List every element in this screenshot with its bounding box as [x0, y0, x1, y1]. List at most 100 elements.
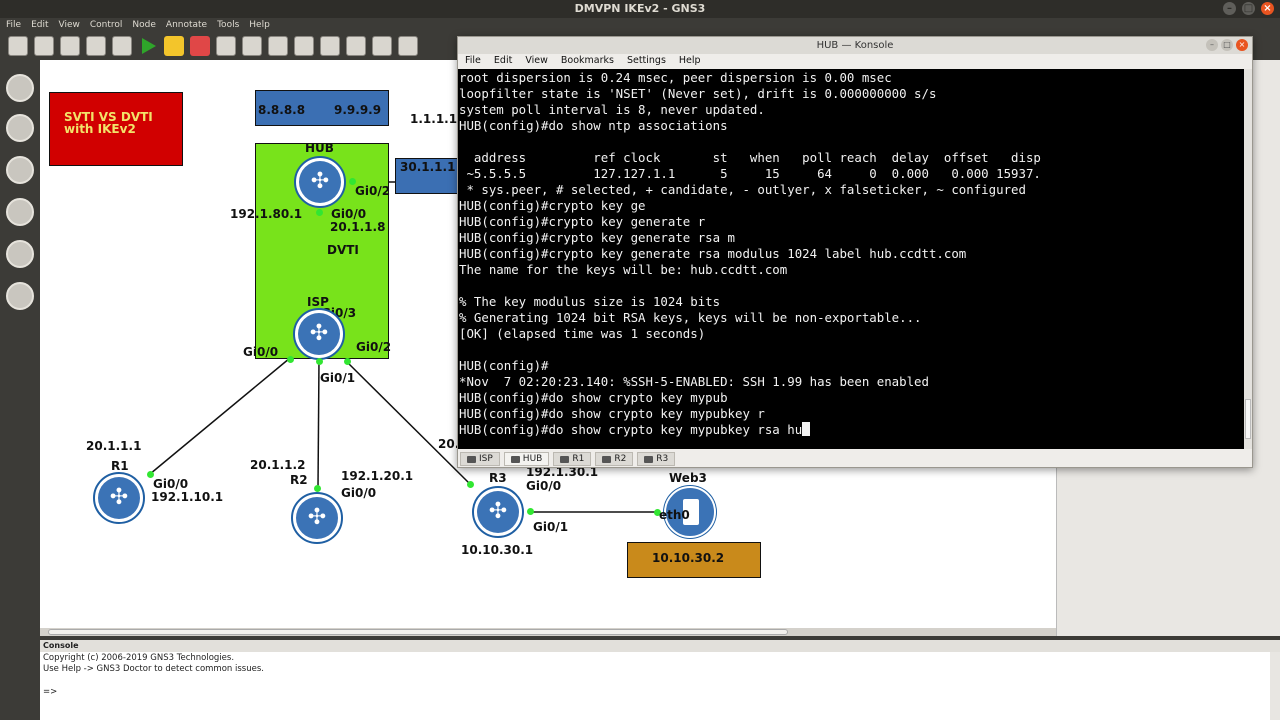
tab-label: HUB [522, 454, 543, 464]
link-isp-r2[interactable] [317, 359, 320, 489]
menu-file[interactable]: File [6, 18, 21, 32]
window-controls: – □ × [1223, 2, 1274, 15]
gns3-window: DMVPN IKEv2 - GNS3 – □ × File Edit View … [0, 0, 1280, 720]
console-line-2: Use Help -> GNS3 Doctor to detect common… [43, 664, 264, 674]
zoom-out-icon[interactable] [398, 36, 418, 56]
rectangle-icon[interactable] [294, 36, 314, 56]
terminal-tab-icon [560, 455, 570, 463]
isp-router-icon[interactable]: ✣ [293, 308, 345, 360]
r1-ip-top-label: 20.1.1.1 [86, 439, 142, 453]
terminal-scroll-thumb[interactable] [1245, 399, 1251, 439]
konsole-menu-bookmarks[interactable]: Bookmarks [561, 54, 614, 68]
hub-router-icon[interactable]: ✣ [294, 156, 346, 208]
tab-r3[interactable]: R3 [637, 452, 676, 466]
canvas-horizontal-scrollbar[interactable] [40, 628, 1056, 636]
isp-gi02-label: Gi0/2 [356, 340, 392, 354]
konsole-menu-help[interactable]: Help [679, 54, 701, 68]
menu-view[interactable]: View [59, 18, 80, 32]
menu-edit[interactable]: Edit [31, 18, 48, 32]
snapshot-icon[interactable] [86, 36, 106, 56]
dns-left-label: 8.8.8.8 [258, 103, 306, 117]
konsole-close-icon[interactable]: × [1236, 39, 1248, 51]
image-icon[interactable] [268, 36, 288, 56]
title-note-box[interactable]: SVTI VS DVTI with IKEv2 [49, 92, 183, 166]
konsole-titlebar[interactable]: HUB — Konsole – □ × [458, 37, 1252, 54]
terminal-scrollbar[interactable] [1244, 69, 1252, 449]
console-dock: Console Copyright (c) 2006-2019 GNS3 Tec… [40, 640, 1280, 720]
r1-name-label: R1 [111, 459, 129, 473]
start-all-icon[interactable] [142, 38, 156, 54]
all-devices-icon[interactable] [6, 240, 34, 268]
scroll-thumb[interactable] [48, 629, 788, 635]
console-prompt[interactable]: => [43, 687, 57, 697]
security-devices-icon[interactable] [6, 198, 34, 226]
tab-r1[interactable]: R1 [553, 452, 592, 466]
terminal-icon[interactable] [112, 36, 132, 56]
r1-gi00-label: Gi0/0 [153, 477, 189, 491]
web3-ip-label: 10.10.30.2 [652, 551, 725, 565]
r2-ip-top-label: 20.1.1.2 [250, 458, 306, 472]
reload-icon[interactable] [216, 36, 236, 56]
r3-gi01-label: Gi0/1 [533, 520, 569, 534]
terminal-text: root dispersion is 0.24 msec, peer dispe… [459, 70, 1041, 437]
hub-name-label: HUB [305, 141, 334, 155]
window-titlebar[interactable]: DMVPN IKEv2 - GNS3 – □ × [0, 0, 1280, 18]
tab-label: R1 [572, 454, 585, 464]
tab-label: R3 [656, 454, 669, 464]
konsole-window[interactable]: HUB — Konsole – □ × File Edit View Bookm… [457, 36, 1253, 468]
stop-all-icon[interactable] [190, 36, 210, 56]
dvti-label: DVTI [327, 243, 359, 257]
web3-name-label: Web3 [669, 471, 707, 485]
r3-router-icon[interactable]: ✣ [472, 486, 524, 538]
tab-label: ISP [479, 454, 493, 464]
tab-isp[interactable]: ISP [460, 452, 500, 466]
maximize-icon[interactable]: □ [1242, 2, 1255, 15]
main-menubar: File Edit View Control Node Annotate Too… [0, 18, 1280, 32]
menu-annotate[interactable]: Annotate [166, 18, 207, 32]
terminal-tab-icon [467, 455, 476, 463]
end-devices-icon[interactable] [6, 156, 34, 184]
hub-gi00-port [316, 209, 323, 216]
edit-note-icon[interactable] [242, 36, 262, 56]
konsole-menu-edit[interactable]: Edit [494, 54, 512, 68]
r2-ip-lan-label: 192.1.20.1 [341, 469, 414, 483]
clock-icon[interactable] [60, 36, 80, 56]
minimize-icon[interactable]: – [1223, 2, 1236, 15]
zoom-in-icon[interactable] [372, 36, 392, 56]
tab-r2[interactable]: R2 [595, 452, 634, 466]
konsole-maximize-icon[interactable]: □ [1221, 39, 1233, 51]
suspend-all-icon[interactable] [164, 36, 184, 56]
menu-help[interactable]: Help [249, 18, 270, 32]
open-folder-icon[interactable] [34, 36, 54, 56]
tab-hub[interactable]: HUB [503, 452, 550, 466]
konsole-menu-file[interactable]: File [465, 54, 481, 68]
konsole-menu-view[interactable]: View [525, 54, 548, 68]
routers-icon[interactable] [6, 74, 34, 102]
link-isp-r3[interactable] [344, 359, 471, 485]
console-scrollbar[interactable] [1270, 652, 1280, 720]
switches-icon[interactable] [6, 114, 34, 142]
ellipse-icon[interactable] [320, 36, 340, 56]
menu-tools[interactable]: Tools [217, 18, 239, 32]
r3-gi00-label: Gi0/0 [526, 479, 562, 493]
terminal-tab-icon [510, 455, 520, 463]
add-link-icon[interactable] [6, 282, 34, 310]
konsole-minimize-icon[interactable]: – [1206, 39, 1218, 51]
window-title: DMVPN IKEv2 - GNS3 [574, 2, 706, 15]
r1-router-icon[interactable]: ✣ [93, 472, 145, 524]
line-icon[interactable] [346, 36, 366, 56]
close-icon[interactable]: × [1261, 2, 1274, 15]
menu-node[interactable]: Node [132, 18, 156, 32]
link-isp-r1[interactable] [149, 357, 291, 475]
menu-control[interactable]: Control [90, 18, 123, 32]
isp-gi00-port [287, 356, 294, 363]
konsole-window-controls: – □ × [1206, 39, 1248, 51]
hub-gi00-label: Gi0/0 [331, 207, 367, 221]
console-line-1: Copyright (c) 2006-2019 GNS3 Technologie… [43, 653, 235, 663]
terminal-output[interactable]: root dispersion is 0.24 msec, peer dispe… [458, 69, 1244, 449]
ip-1111-label: 1.1.1.1 [410, 112, 458, 126]
folder-icon[interactable] [8, 36, 28, 56]
r2-router-icon[interactable]: ✣ [291, 492, 343, 544]
konsole-menu-settings[interactable]: Settings [627, 54, 666, 68]
tab-label: R2 [614, 454, 627, 464]
